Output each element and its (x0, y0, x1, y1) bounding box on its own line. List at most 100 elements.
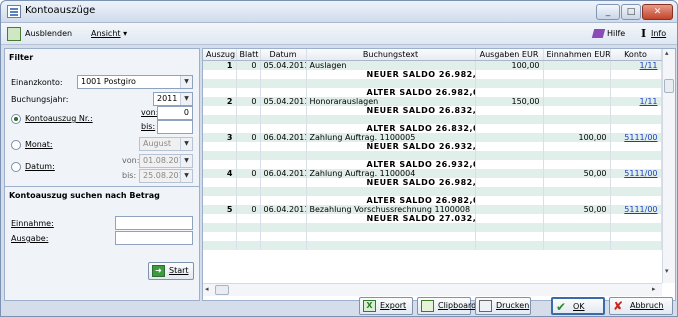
statement-from-input[interactable]: 0 (157, 106, 193, 120)
col-header-konto[interactable]: Konto (610, 49, 662, 61)
table-row[interactable]: 5 0 06.04.2011 Bezahlung Vorschussrechnung … (203, 205, 662, 214)
cell-buchungstext: ALTER SALDO 26.982,00 (306, 88, 476, 97)
export-button[interactable]: X Export (359, 297, 413, 315)
cell-ausgaben (475, 133, 544, 142)
statement-table: Auszug Blatt Datum Buchungstext Ausgaben… (203, 49, 662, 250)
vertical-scrollbar[interactable]: ▴ ▾ (662, 49, 675, 283)
col-header-datum[interactable]: Datum (260, 49, 307, 61)
cell-einnahmen (543, 106, 611, 115)
cell-ausgaben (475, 232, 544, 241)
printer-icon (479, 300, 492, 312)
cell-buchungstext: Zahlung Auftrag. 1100005 (306, 133, 476, 142)
table-row[interactable]: 1 0 05.04.2011 Auslagen 100,00 1/11 (203, 60, 662, 70)
col-header-buchungstext[interactable]: Buchungstext (306, 49, 476, 61)
hide-filter-button[interactable]: Ausblenden (7, 26, 83, 42)
cell-auszug (203, 79, 237, 88)
col-header-ausgaben[interactable]: Ausgaben EUR (475, 49, 544, 61)
amount-search-heading: Kontoauszug suchen nach Betrag (9, 191, 160, 200)
table-row[interactable]: ALTER SALDO 26.982,00 (203, 196, 662, 205)
cell-einnahmen: 50,00 (543, 205, 611, 214)
date-radio[interactable] (11, 162, 21, 172)
cell-buchungstext (306, 187, 476, 196)
minimize-button[interactable]: _ (596, 4, 620, 20)
print-button[interactable]: Drucken (475, 297, 531, 315)
date-to-picker[interactable]: 25.08.2011 ▼ (139, 169, 193, 183)
table-row[interactable]: NEUER SALDO 27.032,00 (203, 214, 662, 223)
col-header-auszug[interactable]: Auszug (203, 49, 237, 61)
cell-konto[interactable]: 5111/00 (610, 205, 662, 214)
table-row[interactable] (203, 115, 662, 124)
scroll-down-icon[interactable]: ▾ (665, 267, 669, 275)
year-value: 2011 (157, 94, 178, 103)
cell-datum (260, 178, 307, 187)
cell-konto[interactable]: 1/11 (610, 97, 662, 106)
table-row[interactable] (203, 151, 662, 160)
month-select[interactable]: August ▼ (139, 137, 193, 151)
table-row[interactable]: NEUER SALDO 26.982,00 (203, 178, 662, 187)
scroll-up-icon[interactable]: ▴ (665, 49, 669, 57)
cell-konto[interactable]: 5111/00 (610, 133, 662, 142)
cell-ausgaben (475, 169, 544, 178)
month-radio[interactable] (11, 140, 21, 150)
cell-ausgaben (475, 223, 544, 232)
clipboard-button[interactable]: Clipboard (417, 297, 476, 315)
close-button[interactable]: ✕ (642, 4, 673, 20)
account-select[interactable]: 1001 Postgiro ▼ (77, 75, 193, 89)
date-from-label: von: (122, 156, 140, 165)
table-row[interactable] (203, 79, 662, 88)
table-row[interactable] (203, 241, 662, 250)
scroll-thumb[interactable] (664, 79, 674, 93)
expense-input[interactable] (115, 231, 193, 245)
col-header-einnahmen[interactable]: Einnahmen EUR (543, 49, 611, 61)
help-button[interactable]: Hilfe (591, 26, 633, 42)
cell-blatt (236, 160, 261, 169)
statement-radio[interactable] (11, 114, 21, 124)
table-row[interactable]: ALTER SALDO 26.932,00 (203, 160, 662, 169)
date-from-picker[interactable]: 01.08.2011 ▼ (139, 154, 193, 168)
table-row[interactable] (203, 232, 662, 241)
table-row[interactable]: NEUER SALDO 26.982,00 (203, 70, 662, 79)
table-row[interactable] (203, 223, 662, 232)
cell-konto[interactable]: 5111/00 (610, 169, 662, 178)
table-row[interactable]: ALTER SALDO 26.982,00 (203, 88, 662, 97)
cell-buchungstext (306, 115, 476, 124)
cell-datum (260, 223, 307, 232)
cell-konto (610, 178, 662, 187)
cell-auszug (203, 214, 237, 223)
statement-to-input[interactable] (157, 120, 193, 134)
scroll-left-icon[interactable]: ◂ (205, 285, 209, 293)
info-button[interactable]: I Info (639, 26, 671, 42)
hscroll-thumb[interactable] (215, 285, 229, 295)
cell-datum (260, 70, 307, 79)
start-button[interactable]: ➜ Start (148, 262, 194, 280)
scroll-right-icon[interactable]: ▸ (652, 285, 656, 293)
table-body: 1 0 05.04.2011 Auslagen 100,00 1/11 NEUER SALD… (203, 60, 662, 250)
table-row[interactable]: ALTER SALDO 26.832,00 (203, 124, 662, 133)
cell-ausgaben (475, 214, 544, 223)
cell-auszug: 5 (203, 205, 237, 214)
cell-datum: 06.04.2011 (260, 133, 307, 142)
cell-ausgaben (475, 151, 544, 160)
cell-blatt: 0 (236, 97, 261, 106)
cell-blatt (236, 115, 261, 124)
cell-konto[interactable]: 1/11 (610, 60, 662, 70)
view-menu-button[interactable]: Ansicht ▾ (91, 26, 137, 42)
statement-grid: Auszug Blatt Datum Buchungstext Ausgaben… (202, 48, 676, 301)
col-header-blatt[interactable]: Blatt (236, 49, 261, 61)
cell-auszug (203, 160, 237, 169)
year-select[interactable]: 2011 ▼ (153, 92, 193, 106)
table-row[interactable]: NEUER SALDO 26.932,00 (203, 142, 662, 151)
table-row[interactable]: 2 0 05.04.2011 Honorarauslagen 150,00 1/11 (203, 97, 662, 106)
cancel-button[interactable]: ✘ Abbruch (609, 297, 673, 315)
maximize-button[interactable]: □ (621, 4, 641, 20)
table-row[interactable]: 4 0 06.04.2011 Zahlung Auftrag. 1100004 50,0… (203, 169, 662, 178)
cell-einnahmen (543, 214, 611, 223)
cell-einnahmen (543, 160, 611, 169)
chevron-down-icon: ▼ (180, 138, 192, 150)
table-row[interactable]: NEUER SALDO 26.832,00 (203, 106, 662, 115)
table-row[interactable] (203, 187, 662, 196)
income-input[interactable] (115, 216, 193, 230)
cell-einnahmen (543, 142, 611, 151)
table-row[interactable]: 3 0 06.04.2011 Zahlung Auftrag. 1100005 100,… (203, 133, 662, 142)
ok-button[interactable]: ✔ OK (551, 297, 605, 315)
